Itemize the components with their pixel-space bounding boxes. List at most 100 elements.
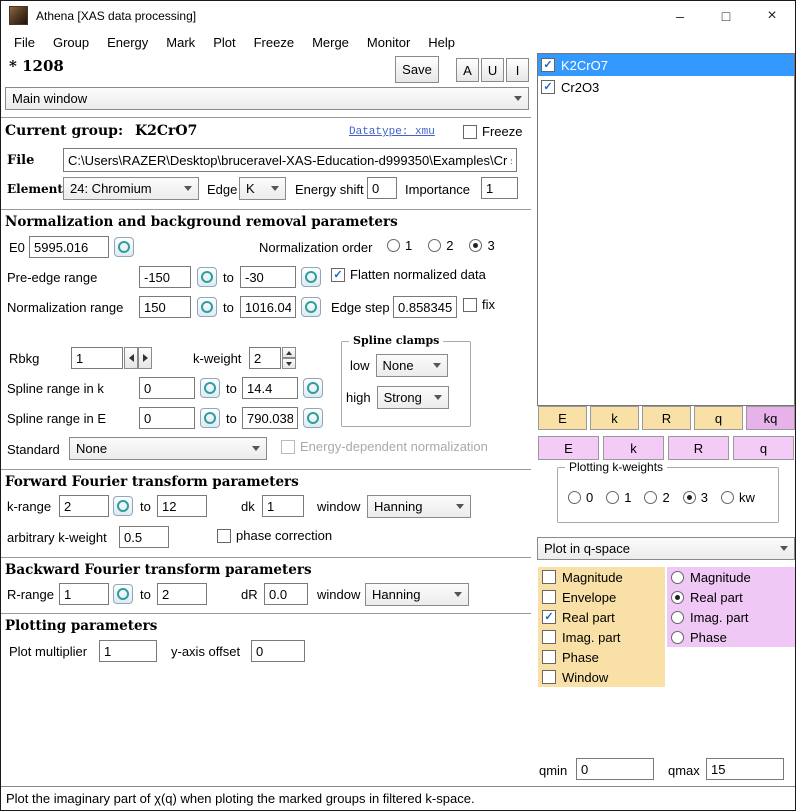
spline-k-from-pluck-button[interactable] — [200, 378, 220, 398]
option-magnitude-checkbox[interactable]: Magnitude — [538, 567, 665, 587]
pre-edge-to-pluck-button[interactable] — [301, 267, 321, 287]
spline-e-to-pluck-button[interactable] — [303, 408, 323, 428]
option-imag-part-radio[interactable]: Imag. part — [667, 607, 795, 627]
phase-correction-checkbox[interactable]: phase correction — [217, 528, 332, 543]
kweight-2[interactable]: 2 — [644, 490, 669, 505]
plot-e-marked-button[interactable]: E — [538, 406, 587, 430]
norm-range-to-input[interactable] — [240, 296, 296, 318]
freeze-checkbox[interactable]: Freeze — [463, 124, 522, 139]
option-envelope-checkbox[interactable]: Envelope — [538, 587, 665, 607]
r-range-from-pluck-button[interactable] — [113, 584, 133, 604]
spline-e-from-input[interactable] — [139, 407, 195, 429]
fft-window-combo[interactable]: Hanning — [367, 495, 471, 518]
option-phase-checkbox[interactable]: Phase — [538, 647, 665, 667]
file-input[interactable] — [63, 148, 517, 172]
plot-e-current-button[interactable]: E — [538, 436, 599, 460]
minimize-icon[interactable]: – — [657, 1, 703, 30]
checkbox-checked-icon[interactable] — [541, 58, 555, 72]
menu-plot[interactable]: Plot — [204, 31, 244, 54]
option-real-part-radio[interactable]: Real part — [667, 587, 795, 607]
norm-order-3[interactable]: 3 — [469, 238, 494, 253]
fix-checkbox[interactable]: fix — [463, 297, 495, 312]
spline-e-to-input[interactable] — [242, 407, 298, 429]
menu-group[interactable]: Group — [44, 31, 98, 54]
edge-step-input[interactable] — [393, 296, 457, 318]
plot-r-marked-button[interactable]: R — [642, 406, 691, 430]
arbitrary-kweight-input[interactable] — [119, 526, 169, 548]
checkbox-checked-icon[interactable] — [541, 80, 555, 94]
e0-input[interactable] — [29, 236, 109, 258]
spline-k-from-input[interactable] — [139, 377, 195, 399]
spin-down-button[interactable] — [282, 358, 296, 369]
qmin-input[interactable] — [576, 758, 654, 780]
dk-input[interactable] — [262, 495, 304, 517]
all-groups-button[interactable]: A — [456, 58, 479, 82]
k-range-from-pluck-button[interactable] — [113, 496, 133, 516]
save-button[interactable]: Save — [395, 56, 439, 83]
norm-range-from-input[interactable] — [139, 296, 191, 318]
maximize-icon[interactable]: □ — [703, 1, 749, 30]
spline-k-to-pluck-button[interactable] — [303, 378, 323, 398]
kweight-0[interactable]: 0 — [568, 490, 593, 505]
bft-window-combo[interactable]: Hanning — [365, 583, 469, 606]
spin-right-button[interactable] — [138, 347, 152, 369]
plot-k-current-button[interactable]: k — [603, 436, 664, 460]
norm-range-to-pluck-button[interactable] — [301, 297, 321, 317]
plot-kq-marked-button[interactable]: kq — [746, 406, 795, 430]
element-combo[interactable]: 24: Chromium — [63, 177, 199, 200]
plot-r-current-button[interactable]: R — [668, 436, 729, 460]
plot-multiplier-input[interactable] — [99, 640, 157, 662]
menu-merge[interactable]: Merge — [303, 31, 358, 54]
kweight-kw[interactable]: kw — [721, 490, 755, 505]
e0-pluck-button[interactable] — [114, 237, 134, 257]
y-axis-offset-input[interactable] — [251, 640, 305, 662]
flatten-checkbox[interactable]: Flatten normalized data — [331, 267, 486, 282]
datatype-link[interactable]: Datatype: xmu — [349, 126, 435, 138]
spin-left-button[interactable] — [124, 347, 138, 369]
clamp-high-combo[interactable]: Strong — [377, 386, 449, 409]
edge-combo[interactable]: K — [239, 177, 286, 200]
menu-help[interactable]: Help — [419, 31, 464, 54]
pre-edge-to-input[interactable] — [240, 266, 296, 288]
rbkg-input[interactable] — [71, 347, 123, 369]
norm-order-1[interactable]: 1 — [387, 238, 412, 253]
r-range-to-input[interactable] — [157, 583, 207, 605]
option-magnitude-radio[interactable]: Magnitude — [667, 567, 795, 587]
energy-shift-input[interactable] — [367, 177, 397, 199]
dr-input[interactable] — [264, 583, 308, 605]
menu-file[interactable]: File — [5, 31, 44, 54]
qmax-input[interactable] — [706, 758, 784, 780]
group-list-item[interactable]: Cr2O3 — [538, 76, 794, 98]
plot-space-combo[interactable]: Plot in q-space — [537, 537, 795, 560]
kweight-3[interactable]: 3 — [683, 490, 708, 505]
kweight-1[interactable]: 1 — [606, 490, 631, 505]
standard-combo[interactable]: None — [69, 437, 267, 460]
k-range-to-input[interactable] — [157, 495, 207, 517]
menu-mark[interactable]: Mark — [157, 31, 204, 54]
option-phase-radio[interactable]: Phase — [667, 627, 795, 647]
menu-monitor[interactable]: Monitor — [358, 31, 419, 54]
r-range-from-input[interactable] — [59, 583, 109, 605]
clamp-low-combo[interactable]: None — [376, 354, 448, 377]
option-window-checkbox[interactable]: Window — [538, 667, 665, 687]
kweight-input[interactable] — [249, 347, 281, 369]
spline-k-to-input[interactable] — [242, 377, 298, 399]
option-imag-part-checkbox[interactable]: Imag. part — [538, 627, 665, 647]
invert-marks-button[interactable]: I — [506, 58, 529, 82]
plot-q-marked-button[interactable]: q — [694, 406, 743, 430]
norm-order-2[interactable]: 2 — [428, 238, 453, 253]
pre-edge-from-pluck-button[interactable] — [197, 267, 217, 287]
spline-e-from-pluck-button[interactable] — [200, 408, 220, 428]
plot-k-marked-button[interactable]: k — [590, 406, 639, 430]
k-range-from-input[interactable] — [59, 495, 109, 517]
group-list-item[interactable]: K2CrO7 — [538, 54, 794, 76]
plot-q-current-button[interactable]: q — [733, 436, 794, 460]
option-real-part-checkbox[interactable]: Real part — [538, 607, 665, 627]
close-icon[interactable]: × — [749, 1, 795, 30]
norm-range-from-pluck-button[interactable] — [197, 297, 217, 317]
unmark-groups-button[interactable]: U — [481, 58, 504, 82]
main-window-combo[interactable]: Main window — [5, 87, 529, 110]
menu-freeze[interactable]: Freeze — [245, 31, 303, 54]
menu-energy[interactable]: Energy — [98, 31, 157, 54]
spin-up-button[interactable] — [282, 347, 296, 358]
